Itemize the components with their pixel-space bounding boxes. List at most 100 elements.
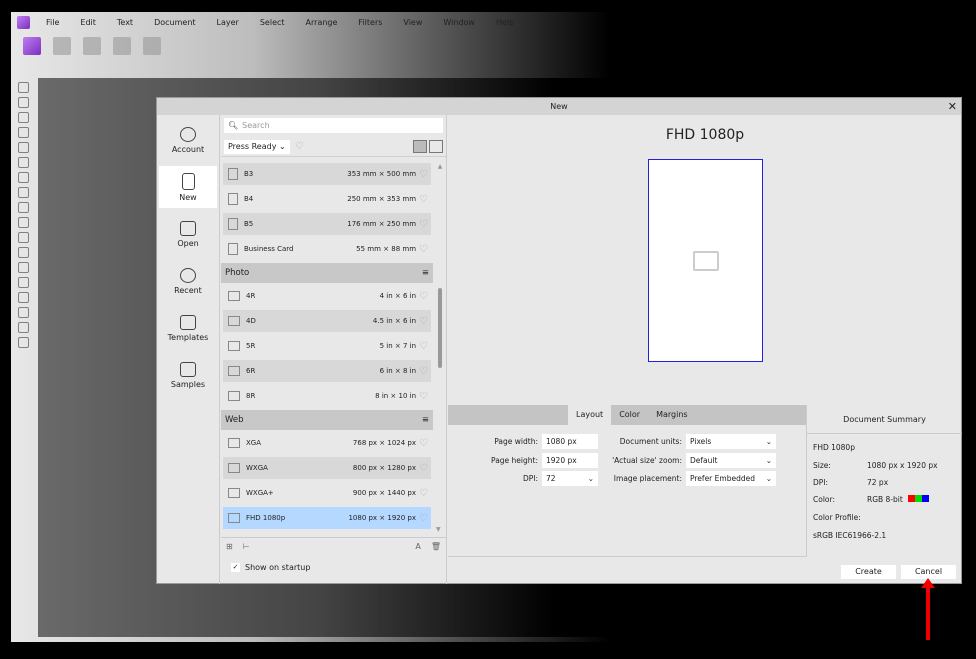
favorite-heart-icon[interactable]: ♡ bbox=[419, 291, 428, 302]
chevron-down-icon: ⌄ bbox=[587, 474, 594, 483]
blur-icon[interactable] bbox=[17, 247, 29, 258]
favorite-heart-icon[interactable]: ♡ bbox=[419, 169, 428, 180]
favorite-heart-icon[interactable]: ♡ bbox=[419, 194, 428, 205]
preset-group-header[interactable]: Web ≡ bbox=[221, 410, 433, 430]
cancel-button[interactable]: Cancel bbox=[901, 565, 956, 579]
tab-color[interactable]: Color bbox=[611, 405, 648, 425]
favorite-heart-icon[interactable]: ♡ bbox=[419, 341, 428, 352]
red-arrow-annotation bbox=[921, 578, 935, 640]
preset-row[interactable]: XGA 768 px × 1024 px ♡ bbox=[223, 432, 431, 454]
preset-row[interactable]: WXGA 800 px × 1280 px ♡ bbox=[223, 457, 431, 479]
sidebar-item-samples[interactable]: Samples bbox=[159, 354, 217, 396]
favorite-heart-icon[interactable]: ♡ bbox=[419, 244, 428, 255]
favorite-heart-icon[interactable]: ♡ bbox=[419, 316, 428, 327]
tab-margins[interactable]: Margins bbox=[648, 405, 696, 425]
scrollbar-thumb[interactable] bbox=[438, 288, 442, 368]
preset-row[interactable]: B3 353 mm × 500 mm ♡ bbox=[223, 163, 431, 185]
checkbox-icon[interactable]: ✓ bbox=[231, 563, 240, 572]
sidebar-item-label: Open bbox=[177, 238, 199, 248]
favorite-heart-icon[interactable]: ♡ bbox=[419, 488, 428, 499]
preset-row[interactable]: WXGA+ 900 px × 1440 px ♡ bbox=[223, 482, 431, 504]
menu-arrange[interactable]: Arrange bbox=[306, 18, 338, 27]
menu-document[interactable]: Document bbox=[154, 18, 195, 27]
favorite-heart-icon[interactable]: ♡ bbox=[419, 438, 428, 449]
close-icon[interactable]: ✕ bbox=[948, 98, 957, 115]
hand-tool-icon[interactable] bbox=[17, 82, 29, 93]
marquee-icon[interactable] bbox=[17, 172, 29, 183]
group-menu-icon[interactable]: ≡ bbox=[422, 415, 429, 425]
actual-size-zoom-dropdown[interactable]: Default ⌄ bbox=[686, 453, 776, 468]
favorite-heart-icon[interactable]: ♡ bbox=[419, 219, 428, 230]
erase-brush-icon[interactable] bbox=[17, 217, 29, 228]
page-height-input[interactable]: 1920 px bbox=[542, 453, 598, 468]
text-tool-icon[interactable] bbox=[17, 322, 29, 333]
show-on-startup-checkbox[interactable]: ✓ Show on startup bbox=[231, 563, 310, 572]
preset-size: 8 in × 10 in bbox=[375, 392, 417, 400]
preset-row[interactable]: 4D 4.5 in × 6 in ♡ bbox=[223, 310, 431, 332]
preset-row[interactable]: Business Card 55 mm × 88 mm ♡ bbox=[223, 238, 431, 260]
trash-icon[interactable]: 🗑︎ bbox=[431, 542, 441, 551]
sidebar-item-open[interactable]: Open bbox=[159, 213, 217, 255]
menu-help[interactable]: Help bbox=[496, 18, 514, 27]
pen-tool-icon[interactable] bbox=[17, 292, 29, 303]
sidebar-item-account[interactable]: Account bbox=[159, 119, 217, 161]
preset-row[interactable]: B4 250 mm × 353 mm ♡ bbox=[223, 188, 431, 210]
preset-group-header[interactable]: Photo ≡ bbox=[221, 263, 433, 283]
favorite-heart-icon[interactable]: ♡ bbox=[419, 391, 428, 402]
create-button[interactable]: Create bbox=[841, 565, 896, 579]
menu-layer[interactable]: Layer bbox=[217, 18, 239, 27]
preset-row[interactable]: FHD 1080p 1080 px × 1920 px ♡ bbox=[223, 507, 431, 529]
preset-list[interactable]: B3 353 mm × 500 mm ♡ B4 250 mm × 353 mm ♡ B5 17… bbox=[221, 161, 433, 535]
sidebar-item-new[interactable]: New bbox=[159, 166, 217, 208]
tab-layout[interactable]: Layout bbox=[568, 405, 612, 425]
move-tool-icon[interactable] bbox=[17, 97, 29, 108]
dpi-dropdown[interactable]: 72 ⌄ bbox=[542, 471, 598, 486]
document-units-dropdown[interactable]: Pixels ⌄ bbox=[686, 434, 776, 449]
menu-edit[interactable]: Edit bbox=[80, 18, 96, 27]
sidebar-item-templates[interactable]: Templates bbox=[159, 307, 217, 349]
develop-persona-icon[interactable] bbox=[83, 37, 101, 55]
category-dropdown[interactable]: Press Ready ⌄ bbox=[224, 139, 290, 154]
image-placement-dropdown[interactable]: Prefer Embedded ⌄ bbox=[686, 471, 776, 486]
flood-select-icon[interactable] bbox=[17, 157, 29, 168]
shape-tool-icon[interactable] bbox=[17, 307, 29, 318]
scrollbar[interactable]: ▲ ▼ bbox=[436, 163, 444, 533]
menu-window[interactable]: Window bbox=[443, 18, 475, 27]
preset-row[interactable]: 5R 5 in × 7 in ♡ bbox=[223, 335, 431, 357]
favorite-heart-icon[interactable]: ♡ bbox=[419, 463, 428, 474]
group-menu-icon[interactable]: ≡ bbox=[422, 268, 429, 278]
color-picker-icon[interactable] bbox=[17, 112, 29, 123]
export-persona-icon[interactable] bbox=[143, 37, 161, 55]
favorites-heart-icon[interactable]: ♡ bbox=[295, 141, 304, 152]
landscape-icon[interactable] bbox=[429, 140, 443, 153]
selection-brush-icon[interactable] bbox=[17, 142, 29, 153]
fill-tool-icon[interactable] bbox=[17, 187, 29, 198]
clone-icon[interactable] bbox=[17, 262, 29, 273]
sidebar-item-recent[interactable]: Recent bbox=[159, 260, 217, 302]
menu-select[interactable]: Select bbox=[260, 18, 285, 27]
preset-row[interactable]: 6R 6 in × 8 in ♡ bbox=[223, 360, 431, 382]
rename-icon[interactable]: A bbox=[415, 542, 420, 551]
add-category-icon[interactable]: ⊢ bbox=[243, 542, 250, 551]
tone-mapping-persona-icon[interactable] bbox=[113, 37, 131, 55]
inpaint-icon[interactable] bbox=[17, 277, 29, 288]
add-preset-icon[interactable]: ⊞ bbox=[226, 542, 233, 551]
preset-row[interactable]: B5 176 mm × 250 mm ♡ bbox=[223, 213, 431, 235]
zoom-tool-icon[interactable] bbox=[17, 337, 29, 348]
portrait-icon[interactable] bbox=[413, 140, 427, 153]
menu-text[interactable]: Text bbox=[117, 18, 133, 27]
page-width-input[interactable]: 1080 px bbox=[542, 434, 598, 449]
search-input[interactable]: 🔍︎ Search bbox=[224, 118, 443, 133]
menu-file[interactable]: File bbox=[46, 18, 59, 27]
dodge-icon[interactable] bbox=[17, 232, 29, 243]
photo-persona-icon[interactable] bbox=[23, 37, 41, 55]
menu-view[interactable]: View bbox=[403, 18, 422, 27]
liquify-persona-icon[interactable] bbox=[53, 37, 71, 55]
favorite-heart-icon[interactable]: ♡ bbox=[419, 366, 428, 377]
crop-tool-icon[interactable] bbox=[17, 127, 29, 138]
preset-row[interactable]: 4R 4 in × 6 in ♡ bbox=[223, 285, 431, 307]
favorite-heart-icon[interactable]: ♡ bbox=[419, 513, 428, 524]
preset-row[interactable]: 8R 8 in × 10 in ♡ bbox=[223, 385, 431, 407]
paint-brush-icon[interactable] bbox=[17, 202, 29, 213]
menu-filters[interactable]: Filters bbox=[358, 18, 382, 27]
